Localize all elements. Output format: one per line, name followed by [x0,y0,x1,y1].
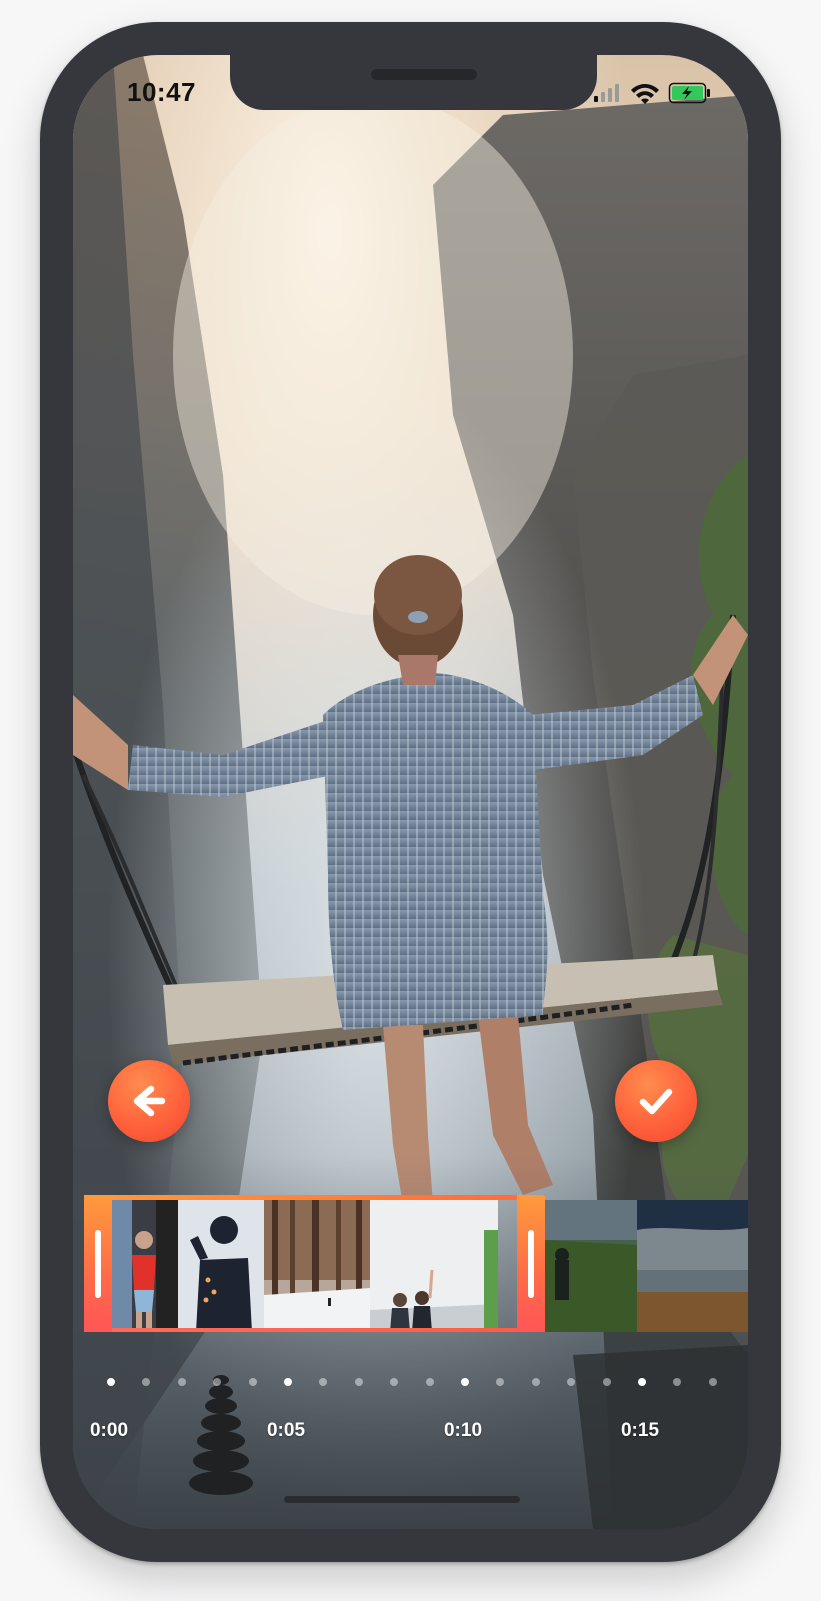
grip-icon [95,1229,101,1298]
cellular-signal-icon [594,84,619,102]
confirm-button[interactable] [615,1060,697,1142]
ruler-minor-tick [177,1378,186,1386]
checkmark-icon [639,1088,673,1115]
back-button[interactable] [108,1060,190,1142]
time-label: 0:00 [89,1420,129,1441]
timeline-thumbnail [112,1200,178,1332]
time-label: 0:05 [266,1420,306,1441]
ruler-minor-tick [354,1378,363,1386]
timeline-thumbnail [264,1200,370,1332]
timeline-thumbnail [545,1200,637,1332]
timeline-thumbnail [370,1200,498,1332]
battery-charging-icon [668,82,710,104]
ruler-major-tick [461,1378,469,1386]
ruler-minor-tick [142,1378,151,1386]
arrow-left-icon [133,1085,166,1117]
trim-start-handle[interactable] [84,1195,112,1332]
status-time: 10:47 [127,77,196,107]
ruler-minor-tick [390,1378,399,1386]
ruler-major-tick [107,1378,115,1386]
ruler-minor-tick [319,1378,328,1386]
wifi-icon [631,84,659,104]
ruler-minor-tick [248,1378,257,1386]
phone-frame: 10:47 0:00 0:05 0:10 0:15 [40,22,781,1562]
video-timeline-strip[interactable] [84,1195,748,1332]
timeline-thumbnail [637,1200,748,1332]
ruler-minor-tick [567,1378,576,1386]
ruler-major-tick [638,1378,646,1386]
time-label: 0:10 [443,1420,483,1441]
ruler-minor-tick [531,1378,540,1386]
ruler-minor-tick [213,1378,222,1386]
screen: 10:47 0:00 0:05 0:10 0:15 [73,55,748,1529]
ruler-major-tick [284,1378,292,1386]
timeline-thumbnail [178,1200,264,1332]
ruler-minor-tick [708,1378,717,1386]
ruler-minor-tick [496,1378,505,1386]
home-indicator[interactable] [284,1496,520,1503]
time-label: 0:15 [620,1420,660,1441]
ruler-minor-tick [673,1378,682,1386]
ruler-minor-tick [425,1378,434,1386]
status-icons [594,81,714,105]
ruler-minor-tick [602,1378,611,1386]
notch [230,55,597,110]
trim-end-handle[interactable] [517,1195,545,1332]
speaker-grille [371,69,477,80]
grip-icon [528,1229,534,1298]
